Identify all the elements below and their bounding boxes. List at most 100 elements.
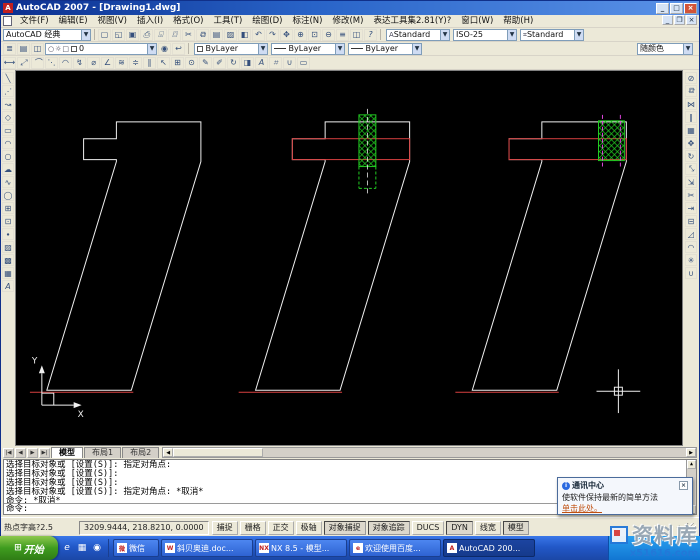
rectangle-icon[interactable]: ▭ [2,124,14,136]
block-editor-icon[interactable]: ◧ [238,29,251,41]
erase-icon[interactable]: ⊘ [685,72,697,84]
menu-draw[interactable]: 绘图(D) [247,15,287,28]
dim-style-select[interactable]: ISO-25 ▼ [453,29,517,41]
toggle-lineweight[interactable]: 线宽 [475,521,501,535]
menu-dimension[interactable]: 标注(N) [287,15,327,28]
start-button[interactable]: ⊞ 开始 [0,536,58,560]
paste-icon[interactable]: ▤ [210,29,223,41]
drawing-canvas[interactable]: Y X [15,70,683,446]
ellipse-icon[interactable]: ◯ [2,189,14,201]
save-icon[interactable]: ▣ [126,29,139,41]
copy-object-icon[interactable]: ⧉ [685,85,697,97]
dim-jogged-icon[interactable]: ↯ [73,57,86,69]
tab-last-button[interactable]: ▶| [39,448,50,458]
plot-icon[interactable]: ⎙ [140,29,153,41]
arc-icon[interactable]: ◠ [2,137,14,149]
dim-arc-icon[interactable]: ⌒ [31,57,44,69]
tolerance-icon[interactable]: ⊞ [171,57,184,69]
taskbar-word-button[interactable]: W 斜贝奥迪.doc... [161,539,253,557]
polyline-icon[interactable]: ↝ [2,98,14,110]
point-icon[interactable]: ∙ [2,228,14,240]
dim-quick-icon[interactable]: ≋ [115,57,128,69]
zoom-previous-icon[interactable]: ⊖ [322,29,335,41]
rotate-icon[interactable]: ↻ [685,150,697,162]
taskbar-wechat-button[interactable]: 微 微信 [113,539,159,557]
toggle-ortho[interactable]: 正交 [268,521,294,535]
menu-insert[interactable]: 插入(I) [132,15,168,28]
gradient-icon[interactable]: ▩ [2,254,14,266]
match-properties-icon[interactable]: ▨ [224,29,237,41]
layer-filter-icon[interactable]: ▤ [17,43,30,55]
spline-icon[interactable]: ∿ [2,176,14,188]
limits-icon[interactable]: ▭ [297,57,310,69]
minimize-button[interactable]: _ [656,3,669,14]
balloon-close-icon[interactable]: × [679,481,688,490]
tab-layout2[interactable]: 布局2 [122,447,159,458]
workspace-select[interactable]: AutoCAD 经典 ▼ [3,29,91,41]
revcloud-icon[interactable]: ☁ [2,163,14,175]
tab-layout1[interactable]: 布局1 [84,447,121,458]
undo-icon[interactable]: ↶ [252,29,265,41]
dim-angular-icon[interactable]: ∠ [101,57,114,69]
dim-radius-icon[interactable]: ◠ [59,57,72,69]
menu-file[interactable]: 文件(F) [15,15,54,28]
join-icon[interactable]: ∪ [685,267,697,279]
toggle-polar[interactable]: 极轴 [296,521,322,535]
hatch-icon[interactable]: ▨ [2,241,14,253]
offset-icon[interactable]: ∥ [685,111,697,123]
menu-view[interactable]: 视图(V) [93,15,132,28]
plot-preview-icon[interactable]: ⌺ [154,29,167,41]
dim-style-icon[interactable]: ◨ [241,57,254,69]
dim-baseline-icon[interactable]: ≑ [129,57,142,69]
taskbar-baidu-button[interactable]: e 欢迎使用百度... [349,539,441,557]
toggle-osnap[interactable]: 对象捕捉 [324,521,366,535]
menu-modify[interactable]: 修改(M) [327,15,368,28]
extend-icon[interactable]: ⇥ [685,202,697,214]
quicklaunch-desktop-icon[interactable]: ▦ [75,541,89,555]
move-icon[interactable]: ✥ [685,137,697,149]
break-icon[interactable]: ⊟ [685,215,697,227]
fillet-icon[interactable]: ◠ [685,241,697,253]
table-style-select[interactable]: ⌗ Standard ▼ [520,29,584,41]
designcenter-icon[interactable]: ◫ [350,29,363,41]
layer-states-icon[interactable]: ◫ [31,43,44,55]
dim-ordinate-icon[interactable]: ⋱ [45,57,58,69]
make-block-icon[interactable]: ⊡ [2,215,14,227]
menu-express[interactable]: 表达工具集2.81(Y)? [368,15,456,28]
horizontal-scrollbar[interactable]: ◀ ▶ [162,447,697,458]
dim-update-icon[interactable]: ↻ [227,57,240,69]
cut-icon[interactable]: ✂ [182,29,195,41]
units-icon[interactable]: ∪ [283,57,296,69]
circle-icon[interactable]: ○ [2,150,14,162]
tab-next-button[interactable]: ▶ [27,448,38,458]
dim-text-edit-icon[interactable]: ✐ [213,57,226,69]
menu-tools[interactable]: 工具(T) [208,15,247,28]
properties-icon[interactable]: ≡ [336,29,349,41]
plotstyle-select[interactable]: 随颜色 ▼ [637,43,693,55]
table-style-icon[interactable]: ⌗ [269,57,282,69]
balloon-link[interactable]: 单击此处。 [562,504,602,513]
center-mark-icon[interactable]: ⊙ [185,57,198,69]
scroll-left-icon[interactable]: ◀ [163,448,173,457]
scroll-right-icon[interactable]: ▶ [686,448,696,457]
lineweight-select[interactable]: ByLayer ▼ [348,43,422,55]
color-select[interactable]: ByLayer ▼ [194,43,268,55]
mdi-minimize-button[interactable]: _ [662,15,673,25]
maximize-button[interactable]: □ [670,3,683,14]
toggle-dyn[interactable]: DYN [446,521,473,535]
dim-aligned-icon[interactable]: ⤢ [17,57,30,69]
scroll-up-icon[interactable]: ▲ [687,460,696,469]
quicklaunch-browser-icon[interactable]: e [60,541,74,555]
menu-edit[interactable]: 编辑(E) [54,15,93,28]
mdi-restore-button[interactable]: ❐ [674,15,685,25]
toggle-snap[interactable]: 捕捉 [212,521,238,535]
redo-icon[interactable]: ↷ [266,29,279,41]
layer-previous-icon[interactable]: ↩ [172,43,185,55]
region-icon[interactable]: ▦ [2,267,14,279]
mtext-icon[interactable]: A [2,280,14,292]
zoom-window-icon[interactable]: ⊡ [308,29,321,41]
construction-line-icon[interactable]: ⋰ [2,85,14,97]
stretch-icon[interactable]: ⇲ [685,176,697,188]
dim-continue-icon[interactable]: ∥ [143,57,156,69]
explode-icon[interactable]: ✳ [685,254,697,266]
